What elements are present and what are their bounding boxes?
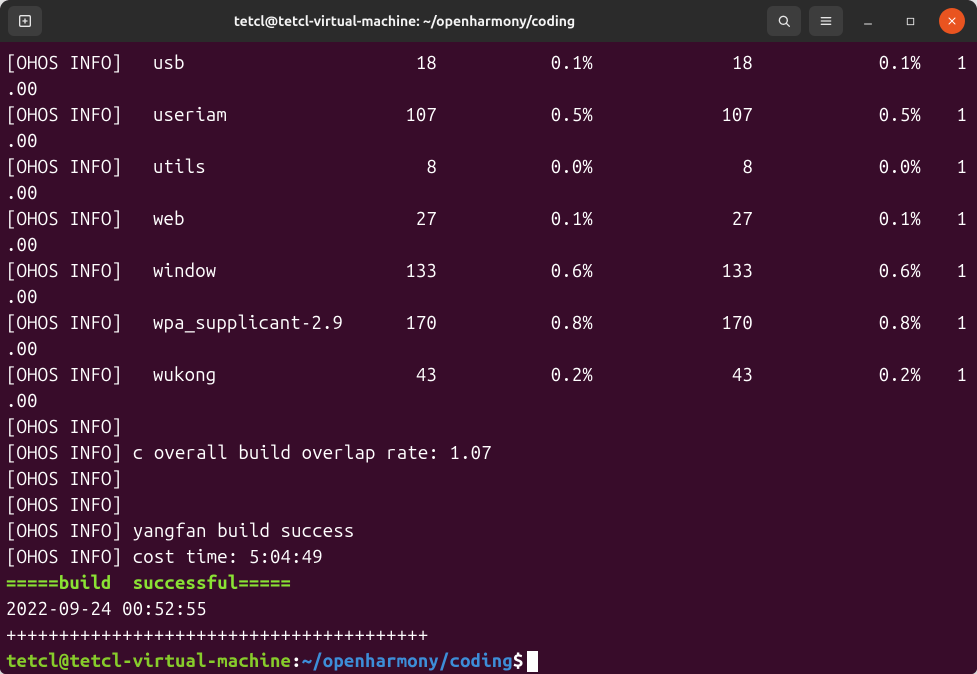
log-row: [OHOS INFO] wukong430.2%430.2%1 — [0, 362, 977, 388]
prompt-sep: : — [291, 648, 302, 674]
titlebar: tetcl@tetcl-virtual-machine: ~/openharmo… — [0, 0, 977, 42]
log-line: .00 — [0, 284, 977, 310]
log-line: [OHOS INFO] — [0, 466, 977, 492]
search-button[interactable] — [767, 6, 801, 36]
log-line: .00 — [0, 388, 977, 414]
log-line: .00 — [0, 76, 977, 102]
close-button[interactable] — [939, 8, 965, 34]
log-line: =====build successful===== — [0, 570, 977, 596]
minimize-button[interactable] — [855, 8, 881, 34]
log-line: .00 — [0, 336, 977, 362]
hamburger-menu-button[interactable] — [809, 6, 843, 36]
log-line: [OHOS INFO] c overall build overlap rate… — [0, 440, 977, 466]
log-line: [OHOS INFO] — [0, 414, 977, 440]
terminal-output[interactable]: [OHOS INFO] usb180.1%180.1%1.00[OHOS INF… — [0, 42, 977, 674]
new-tab-button[interactable] — [8, 6, 42, 36]
log-row: [OHOS INFO] usb180.1%180.1%1 — [0, 50, 977, 76]
prompt-symbol: $ — [513, 648, 524, 674]
log-line: ++++++++++++++++++++++++++++++++++++++++ — [0, 622, 977, 648]
log-row: [OHOS INFO] web270.1%270.1%1 — [0, 206, 977, 232]
log-row: [OHOS INFO] window1330.6%1330.6%1 — [0, 258, 977, 284]
log-line: [OHOS INFO] — [0, 492, 977, 518]
log-row: [OHOS INFO] utils80.0%80.0%1 — [0, 154, 977, 180]
log-row: [OHOS INFO] useriam1070.5%1070.5%1 — [0, 102, 977, 128]
log-line: .00 — [0, 232, 977, 258]
log-line: [OHOS INFO] yangfan build success — [0, 518, 977, 544]
terminal-window: tetcl@tetcl-virtual-machine: ~/openharmo… — [0, 0, 977, 674]
prompt-user: tetcl@tetcl-virtual-machine — [6, 648, 291, 674]
window-title: tetcl@tetcl-virtual-machine: ~/openharmo… — [50, 13, 759, 29]
log-line: [OHOS INFO] cost time: 5:04:49 — [0, 544, 977, 570]
log-line: .00 — [0, 180, 977, 206]
maximize-button[interactable] — [897, 8, 923, 34]
log-line: 2022-09-24 00:52:55 — [0, 596, 977, 622]
log-line: .00 — [0, 128, 977, 154]
prompt-line[interactable]: tetcl@tetcl-virtual-machine:~/openharmon… — [0, 648, 977, 674]
prompt-path: ~/openharmony/coding — [302, 648, 513, 674]
cursor-icon — [527, 651, 538, 672]
log-row: [OHOS INFO] wpa_supplicant-2.91700.8%170… — [0, 310, 977, 336]
